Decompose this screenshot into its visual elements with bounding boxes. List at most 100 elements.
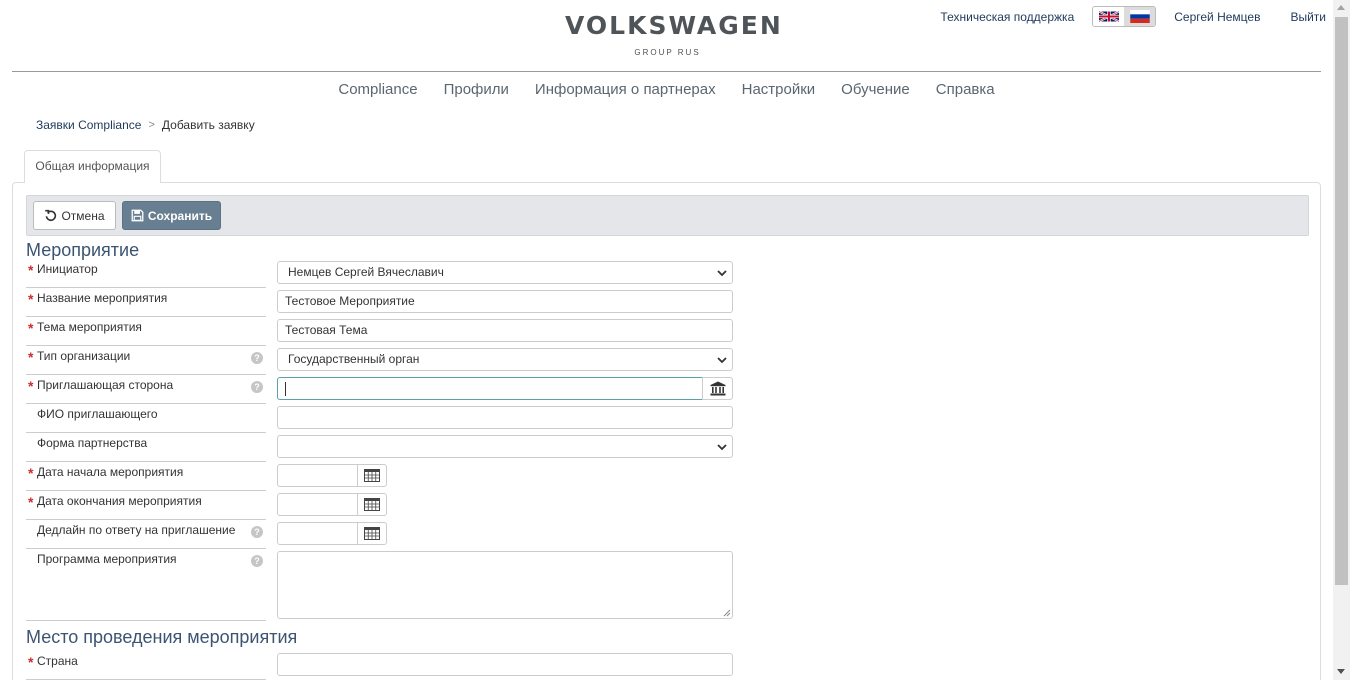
inviting-party-input[interactable] <box>277 377 703 400</box>
language-switcher <box>1092 6 1157 27</box>
required-marker: * <box>28 465 34 481</box>
ru-flag-icon <box>1130 10 1150 23</box>
scroll-thumb[interactable] <box>1335 17 1348 585</box>
field-row-initiator: * Инициатор <box>26 259 266 288</box>
nav-item-profiles[interactable]: Профили <box>444 80 509 100</box>
user-profile-link[interactable]: Сергей Немцев <box>1174 10 1260 24</box>
breadcrumb-current: Добавить заявку <box>161 118 255 132</box>
field-row-partnership-form: Форма партнерства <box>26 433 266 462</box>
field-row-inviting-party: * Приглашающая сторона ? <box>26 375 266 404</box>
calendar-icon <box>364 498 380 511</box>
partnership-form-select[interactable] <box>277 435 733 458</box>
lang-ru-button[interactable] <box>1124 7 1156 26</box>
event-topic-value: Тестовая Тема <box>285 323 368 337</box>
help-icon[interactable]: ? <box>251 381 263 393</box>
field-label-program: Программа мероприятия <box>37 552 177 566</box>
initiator-select[interactable]: Немцев Сергей Вячеславич <box>277 261 733 284</box>
field-row-inviter-name: ФИО приглашающего <box>26 404 266 433</box>
tab-general-info[interactable]: Общая информация <box>24 150 161 183</box>
field-label-partnership-form: Форма партнерства <box>37 436 148 450</box>
field-label-deadline: Дедлайн по ответу на приглашение <box>37 523 236 537</box>
country-input[interactable] <box>277 653 733 676</box>
field-label-inviter-name: ФИО приглашающего <box>37 407 158 421</box>
start-date-picker-button[interactable] <box>357 464 387 487</box>
save-button[interactable]: Сохранить <box>122 201 221 230</box>
required-marker: * <box>28 320 34 336</box>
field-row-deadline: Дедлайн по ответу на приглашение ? <box>26 520 266 549</box>
deadline-input[interactable] <box>277 522 358 545</box>
calendar-icon <box>364 527 380 540</box>
brand-logo[interactable]: VOLKSWAGEN GROUP RUS <box>565 10 783 57</box>
field-row-event-name: * Название мероприятия <box>26 288 266 317</box>
end-date-picker-button[interactable] <box>357 493 387 516</box>
undo-icon <box>45 209 57 222</box>
breadcrumb: Заявки Compliance > Добавить заявку <box>36 118 255 132</box>
form-toolbar: Отмена Сохранить <box>26 195 1309 236</box>
nav-item-partner-info[interactable]: Информация о партнерах <box>535 80 716 100</box>
field-label-event-name: Название мероприятия <box>37 291 168 305</box>
cancel-button[interactable]: Отмена <box>33 201 116 230</box>
header-divider <box>12 71 1321 72</box>
scroll-up-arrow-icon[interactable] <box>1337 5 1345 10</box>
resize-handle-icon[interactable] <box>723 609 731 617</box>
help-icon[interactable]: ? <box>251 526 263 538</box>
event-name-input[interactable]: Тестовое Мероприятие <box>277 290 733 313</box>
help-icon[interactable]: ? <box>251 555 263 567</box>
institution-lookup-button[interactable] <box>702 377 733 400</box>
page-scrollbar[interactable] <box>1333 0 1350 680</box>
event-topic-input[interactable]: Тестовая Тема <box>277 319 733 342</box>
chevron-down-icon <box>717 270 727 277</box>
logo-sub-text: GROUP RUS <box>634 48 701 57</box>
nav-item-help[interactable]: Справка <box>936 80 995 100</box>
nav-item-compliance[interactable]: Compliance <box>338 80 417 100</box>
logo-main-text: VOLKSWAGEN <box>565 11 783 40</box>
section-title-event: Мероприятие <box>26 240 140 260</box>
main-nav: Compliance Профили Информация о партнера… <box>0 80 1333 100</box>
required-marker: * <box>28 654 34 670</box>
start-date-input[interactable] <box>277 464 358 487</box>
field-label-inviting-party: Приглашающая сторона <box>37 378 174 392</box>
save-label: Сохранить <box>147 208 213 223</box>
chevron-down-icon <box>717 444 727 451</box>
nav-item-settings[interactable]: Настройки <box>742 80 816 100</box>
field-row-org-type: * Тип организации ? <box>26 346 266 375</box>
field-label-initiator: Инициатор <box>37 262 98 276</box>
deadline-picker-button[interactable] <box>357 522 387 545</box>
required-marker: * <box>28 291 34 307</box>
form-panel: Отмена Сохранить Мероприятие * Инициатор… <box>12 182 1321 680</box>
end-date-input[interactable] <box>277 493 358 516</box>
field-row-event-topic: * Тема мероприятия <box>26 317 266 346</box>
cancel-label: Отмена <box>61 208 105 223</box>
logout-link[interactable]: Выйти <box>1290 10 1326 24</box>
required-marker: * <box>28 378 34 394</box>
institution-icon <box>710 381 725 396</box>
org-type-select[interactable]: Государственный орган <box>277 348 733 371</box>
support-link[interactable]: Техническая поддержка <box>940 10 1074 24</box>
scroll-down-arrow-icon[interactable] <box>1337 669 1345 674</box>
field-row-end-date: * Дата окончания мероприятия <box>26 491 266 520</box>
save-floppy-icon <box>131 209 144 222</box>
initiator-value: Немцев Сергей Вячеславич <box>288 265 444 279</box>
section-title-venue: Место проведения мероприятия <box>26 627 298 647</box>
field-row-start-date: * Дата начала мероприятия <box>26 462 266 491</box>
inviter-name-input[interactable] <box>277 406 733 429</box>
field-label-org-type: Тип организации <box>37 349 131 363</box>
field-row-country: * Страна <box>26 651 266 680</box>
help-icon[interactable]: ? <box>251 352 263 364</box>
lang-en-button[interactable] <box>1093 7 1125 26</box>
text-cursor <box>285 381 286 396</box>
field-label-event-topic: Тема мероприятия <box>37 320 142 334</box>
event-name-value: Тестовое Мероприятие <box>285 294 415 308</box>
org-type-value: Государственный орган <box>288 352 420 366</box>
chevron-down-icon <box>717 357 727 364</box>
breadcrumb-root-link[interactable]: Заявки Compliance <box>36 118 141 132</box>
required-marker: * <box>28 494 34 510</box>
uk-flag-icon <box>1098 10 1119 23</box>
nav-item-training[interactable]: Обучение <box>841 80 910 100</box>
field-row-program: Программа мероприятия ? <box>26 549 266 621</box>
field-label-end-date: Дата окончания мероприятия <box>37 494 202 508</box>
required-marker: * <box>28 262 34 278</box>
required-marker: * <box>28 349 34 365</box>
breadcrumb-separator-icon: > <box>148 119 155 131</box>
program-textarea[interactable] <box>277 551 733 619</box>
